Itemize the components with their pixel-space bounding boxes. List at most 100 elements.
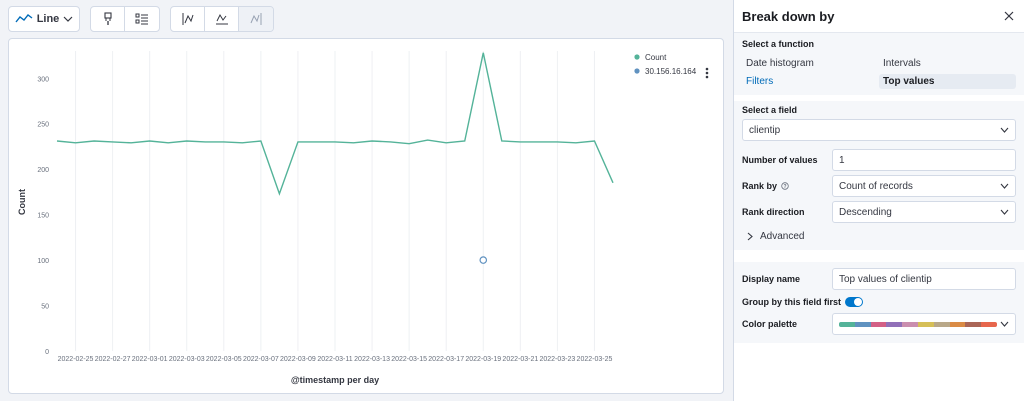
function-section: Select a function Date histogram Interva… <box>734 33 1024 95</box>
group-first-toggle[interactable] <box>845 297 864 307</box>
x-tick-label: 2022-03-01 <box>132 356 168 363</box>
function-top-values[interactable]: Top values <box>879 74 1016 89</box>
flyout-title: Break down by <box>742 8 835 24</box>
chart-toolbar: Line <box>8 6 274 34</box>
close-icon[interactable] <box>1004 11 1014 21</box>
field-section: Select a field clientip Number of values… <box>734 101 1024 250</box>
flyout-header: Break down by <box>734 0 1024 33</box>
appearance-section: Display name Top values of clientip Grou… <box>734 262 1024 343</box>
color-palette-select[interactable] <box>832 313 1016 335</box>
display-name-input[interactable]: Top values of clientip <box>832 268 1016 290</box>
rank-direction-select[interactable]: Descending <box>832 201 1016 223</box>
palette-swatch <box>839 321 997 327</box>
left-axis-icon <box>182 13 193 25</box>
chevron-down-icon <box>1000 127 1009 133</box>
function-filters[interactable]: Filters <box>742 74 879 89</box>
palette-color-4 <box>902 321 918 327</box>
advanced-toggle[interactable]: Advanced <box>742 231 1016 242</box>
rank-by-label-text: Rank by <box>742 181 778 191</box>
chart-legend: Count 30.156.16.164 <box>634 53 697 76</box>
legend-controls <box>90 6 160 32</box>
chevron-down-icon <box>1000 183 1009 189</box>
chart-grid <box>75 51 595 351</box>
legend-item[interactable]: 30.156.16.164 <box>645 67 697 76</box>
palette-color-9 <box>981 321 997 327</box>
chevron-down-icon <box>1000 321 1009 327</box>
chevron-down-icon <box>1000 209 1009 215</box>
legend-item[interactable]: Count <box>645 53 667 62</box>
x-tick-label: 2022-03-09 <box>280 356 316 363</box>
x-tick-label: 2022-03-23 <box>539 356 575 363</box>
y-tick-label: 150 <box>37 213 49 220</box>
palette-color-8 <box>965 321 982 327</box>
group-first-label: Group by this field first <box>742 297 842 307</box>
dimension-editor-flyout: Break down by Select a function Date his… <box>733 0 1024 401</box>
y-tick-label: 100 <box>37 258 49 265</box>
advanced-label: Advanced <box>760 231 805 242</box>
display-name-label: Display name <box>742 274 801 284</box>
y-axis-title: Count <box>17 189 27 215</box>
axis-controls <box>170 6 274 32</box>
palette-color-2 <box>870 321 887 327</box>
help-icon[interactable]: ? <box>781 182 789 190</box>
x-tick-label: 2022-03-19 <box>465 356 501 363</box>
function-options: Date histogram Intervals Filters Top val… <box>742 56 1016 89</box>
color-palette-label: Color palette <box>742 319 798 329</box>
number-of-values-input[interactable]: 1 <box>832 149 1016 171</box>
y-tick-label: 250 <box>37 122 49 129</box>
y-tick-label: 50 <box>41 304 49 311</box>
chevron-down-icon <box>63 16 73 22</box>
chevron-right-icon <box>747 232 753 241</box>
x-tick-label: 2022-03-11 <box>317 356 352 363</box>
legend-swatch <box>634 68 640 74</box>
svg-text:?: ? <box>783 184 786 190</box>
x-tick-label: 2022-03-21 <box>502 356 538 363</box>
right-axis-icon <box>250 13 262 25</box>
function-intervals[interactable]: Intervals <box>879 56 1016 71</box>
paintbrush-icon <box>103 12 112 25</box>
x-tick-label: 2022-03-03 <box>169 356 205 363</box>
palette-color-0 <box>839 321 855 327</box>
chart-panel: 0 50 100 150 200 250 300 2022-02-25 2022-02-27 2… <box>8 38 724 394</box>
x-tick-label: 2022-03-13 <box>354 356 390 363</box>
rank-direction-value: Descending <box>839 206 892 218</box>
legend-swatch <box>634 54 640 60</box>
series-point-ip <box>479 256 488 264</box>
bottom-axis-icon <box>215 13 228 25</box>
x-axis: 2022-02-25 2022-02-27 2022-03-01 2022-03-03… <box>58 356 613 363</box>
left-axis-button[interactable] <box>171 7 205 31</box>
value-labels-button[interactable] <box>91 7 125 31</box>
x-tick-label: 2022-03-25 <box>577 356 613 363</box>
y-axis: 0 50 100 150 200 250 300 <box>37 76 49 356</box>
rank-direction-label: Rank direction <box>742 207 805 217</box>
y-tick-label: 200 <box>37 167 49 174</box>
number-of-values-label: Number of values <box>742 155 818 165</box>
field-select[interactable]: clientip <box>742 119 1016 141</box>
x-tick-label: 2022-03-15 <box>391 356 427 363</box>
bottom-axis-button[interactable] <box>205 7 239 31</box>
palette-color-5 <box>917 321 934 327</box>
rank-by-label: Rank by ? <box>742 181 832 191</box>
x-tick-label: 2022-02-25 <box>58 356 94 363</box>
field-label: Select a field <box>742 105 798 115</box>
function-date-histogram[interactable]: Date histogram <box>742 56 879 71</box>
legend-button[interactable] <box>125 7 159 31</box>
chart-type-selector[interactable]: Line <box>8 6 80 32</box>
x-tick-label: 2022-03-07 <box>243 356 279 363</box>
list-icon <box>135 13 148 25</box>
y-tick-label: 300 <box>37 76 49 83</box>
right-axis-button[interactable] <box>239 7 273 31</box>
x-tick-label: 2022-03-17 <box>428 356 464 363</box>
palette-color-7 <box>949 321 966 327</box>
line-chart-icon <box>15 14 33 23</box>
field-value: clientip <box>749 124 781 136</box>
number-of-values: 1 <box>839 154 845 166</box>
x-axis-title: @timestamp per day <box>291 375 379 385</box>
rank-by-value: Count of records <box>839 180 913 192</box>
x-tick-label: 2022-02-27 <box>95 356 131 363</box>
y-tick-label: 0 <box>45 349 49 356</box>
legend-options-icon[interactable] <box>705 67 709 79</box>
chart-type-label: Line <box>36 13 60 25</box>
function-label: Select a function <box>742 39 815 49</box>
rank-by-select[interactable]: Count of records <box>832 175 1016 197</box>
